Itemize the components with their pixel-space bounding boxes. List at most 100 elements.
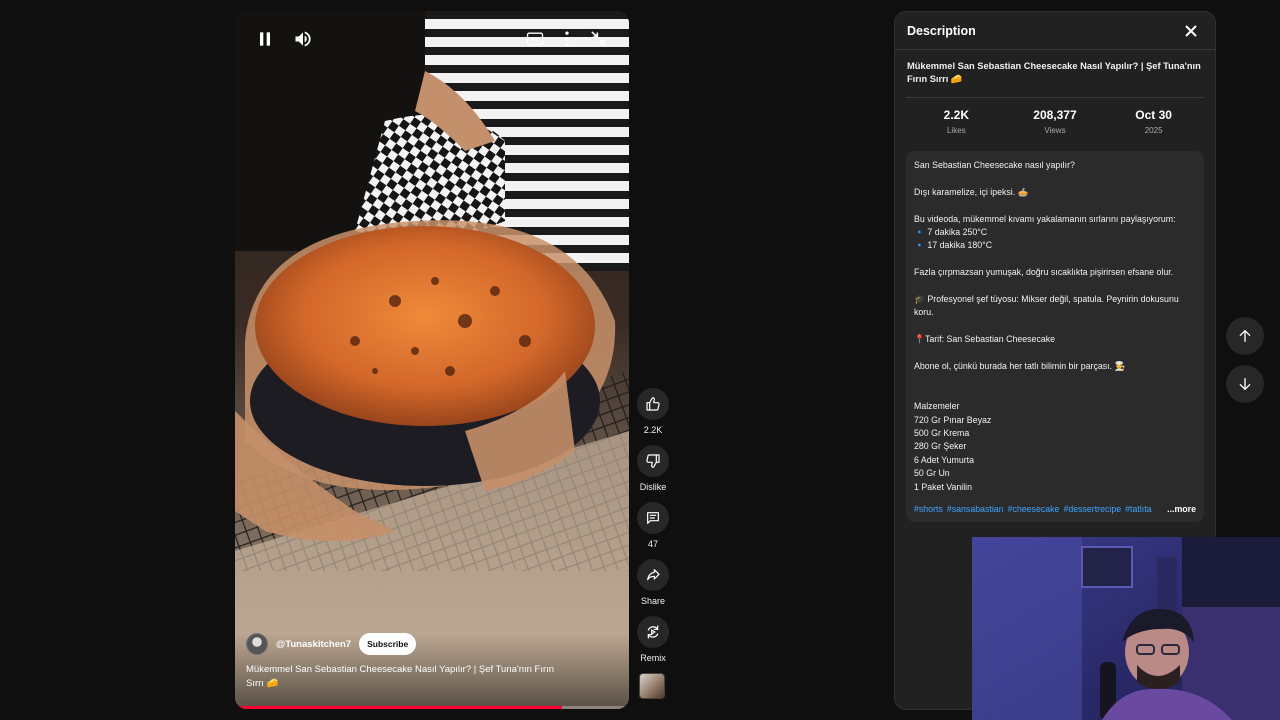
subscribe-button[interactable]: Subscribe bbox=[359, 633, 417, 655]
volume-icon bbox=[295, 31, 311, 47]
desc-line: 280 Gr Şeker bbox=[914, 441, 967, 452]
desc-line bbox=[914, 320, 1196, 333]
desc-line: 500 Gr Krema bbox=[914, 428, 970, 438]
remix-icon bbox=[647, 625, 659, 639]
volume-button[interactable] bbox=[289, 25, 317, 53]
desc-line: 📍Tarif: San Sebastian Cheesecake bbox=[914, 334, 1056, 345]
pause-icon bbox=[260, 32, 270, 46]
desc-line: 720 Gr Pınar Beyaz bbox=[914, 414, 992, 425]
remix-action: Remix bbox=[636, 616, 670, 663]
dislike-button[interactable] bbox=[637, 445, 669, 477]
comments-action: 47 bbox=[636, 502, 670, 549]
pause-button[interactable] bbox=[251, 25, 279, 53]
more-vert-icon bbox=[565, 31, 569, 47]
dislike-label: Dislike bbox=[639, 482, 667, 492]
year-label: 2025 bbox=[1144, 126, 1163, 135]
likes-label: Likes bbox=[946, 126, 966, 135]
arrow-down-icon bbox=[1239, 378, 1251, 390]
previous-short-button[interactable] bbox=[1226, 317, 1264, 355]
hashtag-link[interactable]: #cheesecake bbox=[1008, 504, 1060, 514]
desc-line bbox=[914, 253, 1196, 266]
exit-fullscreen-icon bbox=[591, 31, 607, 47]
stats-row: 2.2K Likes 208,377 Views Oct 30 2025 bbox=[895, 98, 1215, 135]
share-icon bbox=[647, 569, 660, 581]
player-overlay-info: @Tunaskitchen7 Subscribe Mükemmel San Se… bbox=[235, 633, 629, 709]
share-action: Share bbox=[636, 559, 670, 606]
views-label: Views bbox=[1044, 126, 1066, 135]
show-more-button[interactable]: ...more bbox=[1167, 504, 1196, 514]
channel-name[interactable]: @Tunaskitchen7 bbox=[276, 639, 351, 650]
thumbs-up-icon bbox=[646, 397, 660, 411]
desc-line: Bu videoda, mükemmel kıvamı yakalamanın … bbox=[914, 213, 1176, 224]
svg-text:CC: CC bbox=[531, 38, 540, 44]
desc-line: 6 Adet Yumurta bbox=[914, 454, 974, 465]
desc-line: 🎓 Profesyonel şef tüyosu: Mikser değil, … bbox=[914, 294, 1182, 318]
desc-line: Fazla çırpmazsan yumuşak, doğru sıcaklık… bbox=[914, 267, 1174, 278]
thumbs-down-icon bbox=[646, 454, 660, 468]
hashtag-link[interactable]: #shorts bbox=[914, 504, 943, 514]
views-value: 208,377 bbox=[1033, 108, 1077, 122]
hashtag-link[interactable]: #sansabastian bbox=[947, 504, 1004, 514]
like-action: 2.2K bbox=[636, 388, 670, 435]
share-button[interactable] bbox=[637, 559, 669, 591]
close-icon bbox=[1185, 24, 1197, 37]
channel-row: @Tunaskitchen7 Subscribe bbox=[246, 633, 617, 655]
desc-line: 1 Paket Vanilin bbox=[914, 481, 973, 492]
action-column: 2.2K Dislike 47 Share Remix bbox=[636, 388, 670, 699]
channel-avatar[interactable] bbox=[246, 633, 268, 655]
desc-line: San Sebastian Cheesecake nasıl yapılır? bbox=[914, 160, 1075, 170]
page: CC @Tunaskitchen7 Subscribe Mükemmel San… bbox=[0, 0, 1280, 720]
video-title[interactable]: Mükemmel San Sebastian Cheesecake Nasıl … bbox=[246, 663, 566, 691]
desc-line bbox=[914, 172, 1196, 185]
arrow-up-icon bbox=[1239, 330, 1251, 342]
like-count: 2.2K bbox=[643, 425, 663, 435]
remix-label: Remix bbox=[640, 653, 666, 663]
desc-line: 50 Gr Un bbox=[914, 468, 950, 479]
exit-fullscreen-button[interactable] bbox=[585, 25, 613, 53]
comment-icon bbox=[647, 512, 659, 524]
dislike-action: Dislike bbox=[636, 445, 670, 492]
desc-line bbox=[914, 280, 1196, 293]
description-video-title: Mükemmel San Sebastian Cheesecake Nasıl … bbox=[907, 61, 1201, 84]
hashtag-row: #shorts #sansabastian #cheesecake #desse… bbox=[914, 504, 1196, 514]
comments-button[interactable] bbox=[637, 502, 669, 534]
webcam-overlay bbox=[972, 537, 1280, 720]
more-options-button[interactable] bbox=[553, 25, 581, 53]
description-text: San Sebastian Cheesecake nasıl yapılır? … bbox=[914, 159, 1196, 494]
date-value: Oct 30 bbox=[1135, 108, 1172, 122]
desc-line: 🔹 7 dakika 250°C bbox=[914, 227, 988, 237]
likes-stat: 2.2K Likes bbox=[911, 108, 1001, 135]
progress-bar[interactable] bbox=[235, 706, 629, 709]
desc-line bbox=[914, 387, 1196, 400]
date-stat: Oct 30 2025 bbox=[1109, 108, 1199, 135]
description-heading: Description bbox=[907, 23, 976, 38]
sound-thumbnail[interactable] bbox=[639, 673, 665, 699]
desc-line bbox=[914, 347, 1196, 360]
captions-icon: CC bbox=[526, 32, 544, 46]
views-stat: 208,377 Views bbox=[1010, 108, 1100, 135]
player-top-controls: CC bbox=[235, 11, 629, 67]
progress-fill bbox=[235, 706, 563, 709]
like-button[interactable] bbox=[637, 388, 669, 420]
description-header: Description bbox=[895, 12, 1215, 50]
player-options: CC bbox=[521, 25, 613, 53]
comment-count: 47 bbox=[647, 539, 658, 549]
desc-line: Dışı karamelize, içi ipeksi. 🥧 bbox=[914, 186, 1029, 197]
video-frame bbox=[235, 11, 629, 709]
description-body[interactable]: San Sebastian Cheesecake nasıl yapılır? … bbox=[906, 151, 1204, 522]
hashtag-link[interactable]: #tatlıta bbox=[1125, 504, 1151, 514]
desc-line: Abone ol, çünkü burada her tatlı bilimin… bbox=[914, 361, 1126, 371]
playback-controls bbox=[251, 25, 317, 53]
desc-line bbox=[914, 373, 1196, 386]
hashtag-link[interactable]: #dessertrecipe bbox=[1063, 504, 1121, 514]
next-short-button[interactable] bbox=[1226, 365, 1264, 403]
webcam-feed bbox=[972, 537, 1280, 720]
likes-value: 2.2K bbox=[943, 108, 969, 122]
desc-line bbox=[914, 199, 1196, 212]
desc-line: Malzemeler bbox=[914, 401, 960, 412]
remix-button[interactable] bbox=[637, 616, 669, 648]
captions-button[interactable]: CC bbox=[521, 25, 549, 53]
desc-line: 🔹 17 dakika 180°C bbox=[914, 240, 993, 251]
shorts-player[interactable]: CC @Tunaskitchen7 Subscribe Mükemmel San… bbox=[235, 11, 629, 709]
close-description-button[interactable] bbox=[1179, 19, 1203, 43]
